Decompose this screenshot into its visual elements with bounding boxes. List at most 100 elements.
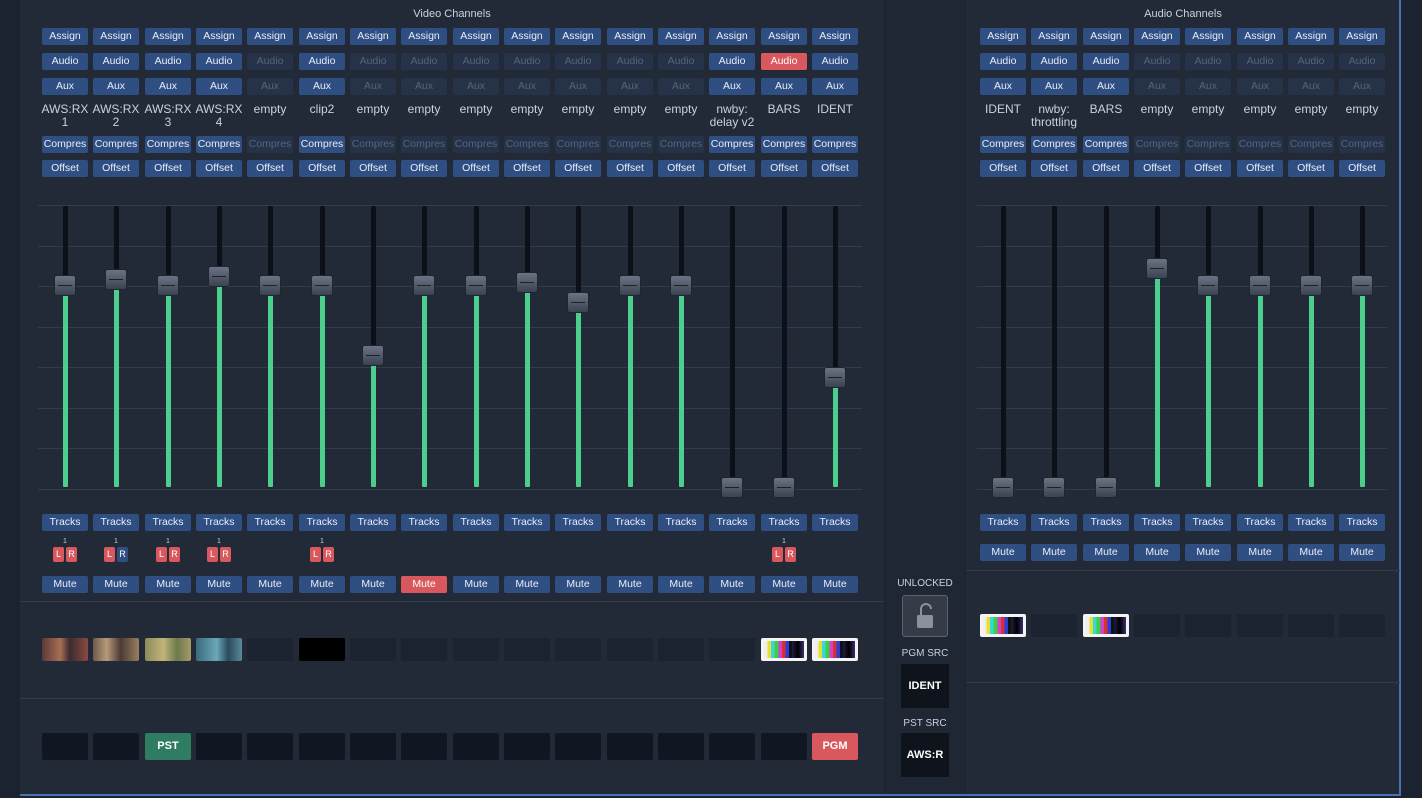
audio-button[interactable]: Audio — [658, 53, 704, 70]
source-thumbnail[interactable] — [1339, 614, 1385, 637]
aux-button[interactable]: Aux — [299, 78, 345, 95]
tally-button[interactable] — [607, 733, 653, 760]
tally-button[interactable] — [555, 733, 601, 760]
source-thumbnail[interactable] — [709, 638, 755, 661]
audio-button[interactable]: Audio — [196, 53, 242, 70]
assign-button[interactable]: Assign — [299, 28, 345, 45]
aux-button[interactable]: Aux — [555, 78, 601, 95]
left-channel-badge[interactable]: L — [310, 547, 321, 562]
compressor-button[interactable]: Compres — [1288, 136, 1334, 153]
fader-handle[interactable] — [773, 477, 795, 498]
source-thumbnail[interactable] — [401, 638, 447, 661]
aux-button[interactable]: Aux — [1339, 78, 1385, 95]
fader-handle[interactable] — [1146, 257, 1168, 279]
fader-handle[interactable] — [1351, 274, 1373, 296]
assign-button[interactable]: Assign — [93, 28, 139, 45]
offset-button[interactable]: Offset — [812, 160, 858, 177]
assign-button[interactable]: Assign — [350, 28, 396, 45]
mute-button[interactable]: Mute — [1185, 544, 1231, 561]
aux-button[interactable]: Aux — [1288, 78, 1334, 95]
compressor-button[interactable]: Compres — [145, 136, 191, 153]
compressor-button[interactable]: Compres — [350, 136, 396, 153]
fader-handle[interactable] — [465, 274, 487, 296]
tracks-button[interactable]: Tracks — [247, 514, 293, 531]
fader-handle[interactable] — [311, 274, 333, 296]
offset-button[interactable]: Offset — [607, 160, 653, 177]
tally-button[interactable] — [350, 733, 396, 760]
mute-button[interactable]: Mute — [1134, 544, 1180, 561]
tracks-button[interactable]: Tracks — [1083, 514, 1129, 531]
offset-button[interactable]: Offset — [761, 160, 807, 177]
offset-button[interactable]: Offset — [350, 160, 396, 177]
offset-button[interactable]: Offset — [299, 160, 345, 177]
tracks-button[interactable]: Tracks — [401, 514, 447, 531]
source-thumbnail[interactable] — [658, 638, 704, 661]
fader-handle[interactable] — [157, 274, 179, 296]
mute-button[interactable]: Mute — [709, 576, 755, 593]
mute-button[interactable]: Mute — [350, 576, 396, 593]
mute-button[interactable]: Mute — [980, 544, 1026, 561]
tracks-button[interactable]: Tracks — [658, 514, 704, 531]
fader-handle[interactable] — [1043, 477, 1065, 498]
aux-button[interactable]: Aux — [1237, 78, 1283, 95]
tracks-button[interactable]: Tracks — [1237, 514, 1283, 531]
tally-button[interactable]: PST — [145, 733, 191, 760]
aux-button[interactable]: Aux — [1185, 78, 1231, 95]
mute-button[interactable]: Mute — [145, 576, 191, 593]
offset-button[interactable]: Offset — [145, 160, 191, 177]
offset-button[interactable]: Offset — [1339, 160, 1385, 177]
mute-button[interactable]: Mute — [1237, 544, 1283, 561]
audio-button[interactable]: Audio — [1083, 53, 1129, 70]
aux-button[interactable]: Aux — [453, 78, 499, 95]
audio-button[interactable]: Audio — [1288, 53, 1334, 70]
compressor-button[interactable]: Compres — [1134, 136, 1180, 153]
aux-button[interactable]: Aux — [196, 78, 242, 95]
aux-button[interactable]: Aux — [607, 78, 653, 95]
fader-handle[interactable] — [54, 274, 76, 296]
offset-button[interactable]: Offset — [658, 160, 704, 177]
offset-button[interactable]: Offset — [980, 160, 1026, 177]
source-thumbnail[interactable] — [607, 638, 653, 661]
source-thumbnail[interactable] — [93, 638, 139, 661]
compressor-button[interactable]: Compres — [607, 136, 653, 153]
tracks-button[interactable]: Tracks — [350, 514, 396, 531]
mute-button[interactable]: Mute — [42, 576, 88, 593]
left-channel-badge[interactable]: L — [207, 547, 218, 562]
compressor-button[interactable]: Compres — [555, 136, 601, 153]
audio-button[interactable]: Audio — [812, 53, 858, 70]
assign-button[interactable]: Assign — [709, 28, 755, 45]
assign-button[interactable]: Assign — [761, 28, 807, 45]
fader-handle[interactable] — [259, 274, 281, 296]
compressor-button[interactable]: Compres — [247, 136, 293, 153]
audio-button[interactable]: Audio — [350, 53, 396, 70]
source-thumbnail[interactable] — [555, 638, 601, 661]
audio-button[interactable]: Audio — [401, 53, 447, 70]
audio-button[interactable]: Audio — [709, 53, 755, 70]
fader-handle[interactable] — [362, 344, 384, 366]
audio-button[interactable]: Audio — [42, 53, 88, 70]
mute-button[interactable]: Mute — [1339, 544, 1385, 561]
source-thumbnail[interactable] — [145, 638, 191, 661]
tracks-button[interactable]: Tracks — [709, 514, 755, 531]
tally-button[interactable] — [709, 733, 755, 760]
source-thumbnail[interactable] — [1031, 614, 1077, 637]
source-thumbnail[interactable] — [761, 638, 807, 661]
offset-button[interactable]: Offset — [1185, 160, 1231, 177]
audio-button[interactable]: Audio — [980, 53, 1026, 70]
compressor-button[interactable]: Compres — [1237, 136, 1283, 153]
lock-button[interactable] — [902, 595, 948, 637]
assign-button[interactable]: Assign — [812, 28, 858, 45]
fader-handle[interactable] — [721, 477, 743, 498]
mute-button[interactable]: Mute — [453, 576, 499, 593]
aux-button[interactable]: Aux — [504, 78, 550, 95]
mute-button[interactable]: Mute — [658, 576, 704, 593]
aux-button[interactable]: Aux — [761, 78, 807, 95]
aux-button[interactable]: Aux — [42, 78, 88, 95]
assign-button[interactable]: Assign — [1237, 28, 1283, 45]
source-thumbnail[interactable] — [1288, 614, 1334, 637]
tally-button[interactable] — [196, 733, 242, 760]
compressor-button[interactable]: Compres — [980, 136, 1026, 153]
fader-handle[interactable] — [567, 291, 589, 313]
right-channel-badge[interactable]: R — [323, 547, 334, 562]
assign-button[interactable]: Assign — [1031, 28, 1077, 45]
